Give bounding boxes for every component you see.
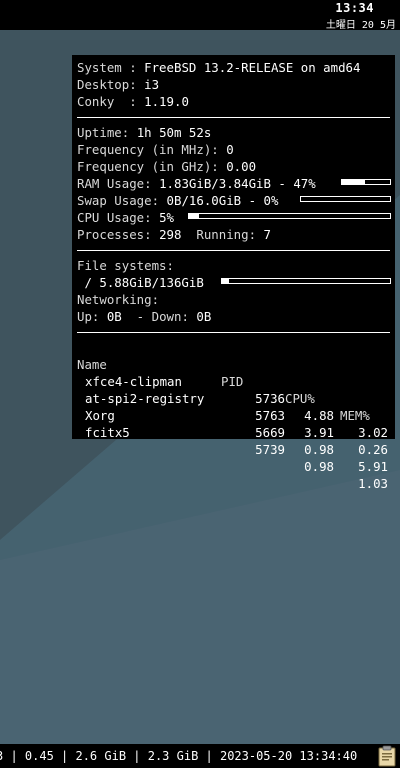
down-value: 0B	[196, 309, 212, 324]
fs-heading: File systems:	[77, 258, 174, 273]
cpu-usage-bar	[188, 213, 391, 219]
table-row: at-spi2-registry 5763 3.91 0.26	[77, 373, 390, 457]
uptime-value: 1h 50m 52s	[136, 125, 212, 140]
top-bar: 13:34 土曜日 20 5月	[0, 0, 400, 31]
process-pid: 5739	[255, 442, 285, 457]
freq-mhz-value: 0	[226, 142, 234, 157]
fs-usage-bar	[221, 278, 391, 284]
fs-root-value: / 5.88GiB/136GiB	[77, 275, 204, 290]
clock-date: 土曜日 20 5月	[325, 20, 396, 31]
swap-line: Swap Usage: 0B/16.0GiB - 0%	[77, 192, 391, 209]
cpu-line: CPU Usage: 5%	[77, 209, 391, 226]
clipboard-icon[interactable]	[376, 745, 398, 767]
net-heading: Networking:	[77, 292, 160, 307]
ram-line: RAM Usage: 1.83GiB/3.84GiB - 47%	[77, 175, 391, 192]
freq-mhz-line: Frequency (in MHz): 0	[77, 142, 234, 157]
freq-ghz-value: 0.00	[226, 159, 257, 174]
process-cpu: 0.98	[304, 442, 334, 457]
status-text: 3 | 0.45 | 2.6 GiB | 2.3 GiB | 2023-05-2…	[0, 749, 358, 763]
divider	[77, 332, 390, 333]
system-line: System : FreeBSD 13.2-RELEASE on amd64	[77, 60, 361, 75]
ram-value: 1.83GiB/3.84GiB - 47%	[159, 176, 316, 191]
table-row: Xorg 5669 0.98 5.91	[77, 390, 390, 474]
ram-usage-fill	[342, 180, 365, 184]
desktop-line: Desktop: i3	[77, 77, 160, 92]
processes-value: 298	[159, 227, 182, 242]
cpu-usage-fill	[189, 214, 200, 218]
process-cpu: 0.98	[304, 459, 334, 474]
ram-usage-bar	[341, 179, 391, 185]
cpu-value: 5%	[159, 210, 174, 225]
up-value: 0B	[106, 309, 122, 324]
process-mem: 5.91	[358, 459, 388, 474]
system-value: FreeBSD 13.2-RELEASE on amd64	[144, 60, 361, 75]
divider	[77, 250, 390, 251]
running-value: 7	[263, 227, 271, 242]
freq-ghz-line: Frequency (in GHz): 0.00	[77, 159, 257, 174]
swap-usage-bar	[300, 196, 391, 202]
desktop-value: i3	[144, 77, 160, 92]
net-line: Up: 0B - Down: 0B	[77, 309, 212, 324]
status-bar: 3 | 0.45 | 2.6 GiB | 2.3 GiB | 2023-05-2…	[0, 744, 400, 768]
swap-value: 0B/16.0GiB - 0%	[166, 193, 279, 208]
process-name: fcitx5	[85, 425, 130, 440]
fs-usage-fill	[222, 279, 230, 283]
process-mem: 3.02	[358, 425, 388, 440]
fs-root-line: / 5.88GiB/136GiB	[77, 274, 391, 291]
table-row: xfce4-clipman 5736 4.88 3.02	[77, 356, 390, 440]
process-mem: 1.03	[358, 476, 388, 491]
conky-version-value: 1.19.0	[144, 94, 189, 109]
divider	[77, 117, 390, 118]
processes-line: Processes: 298 Running: 7	[77, 227, 271, 242]
process-table-header: Name PID CPU% MEM%	[77, 339, 390, 423]
clock-time: 13:34	[335, 1, 374, 15]
process-cpu: 3.91	[304, 425, 334, 440]
conky-version-line: Conky : 1.19.0	[77, 94, 189, 109]
table-row: fcitx5 5739 0.98 1.03	[77, 407, 390, 491]
process-pid: 5669	[255, 425, 285, 440]
process-mem: 0.26	[358, 442, 388, 457]
uptime-line: Uptime: 1h 50m 52s	[77, 125, 212, 140]
conky-panel: System : FreeBSD 13.2-RELEASE on amd64 D…	[72, 55, 395, 491]
